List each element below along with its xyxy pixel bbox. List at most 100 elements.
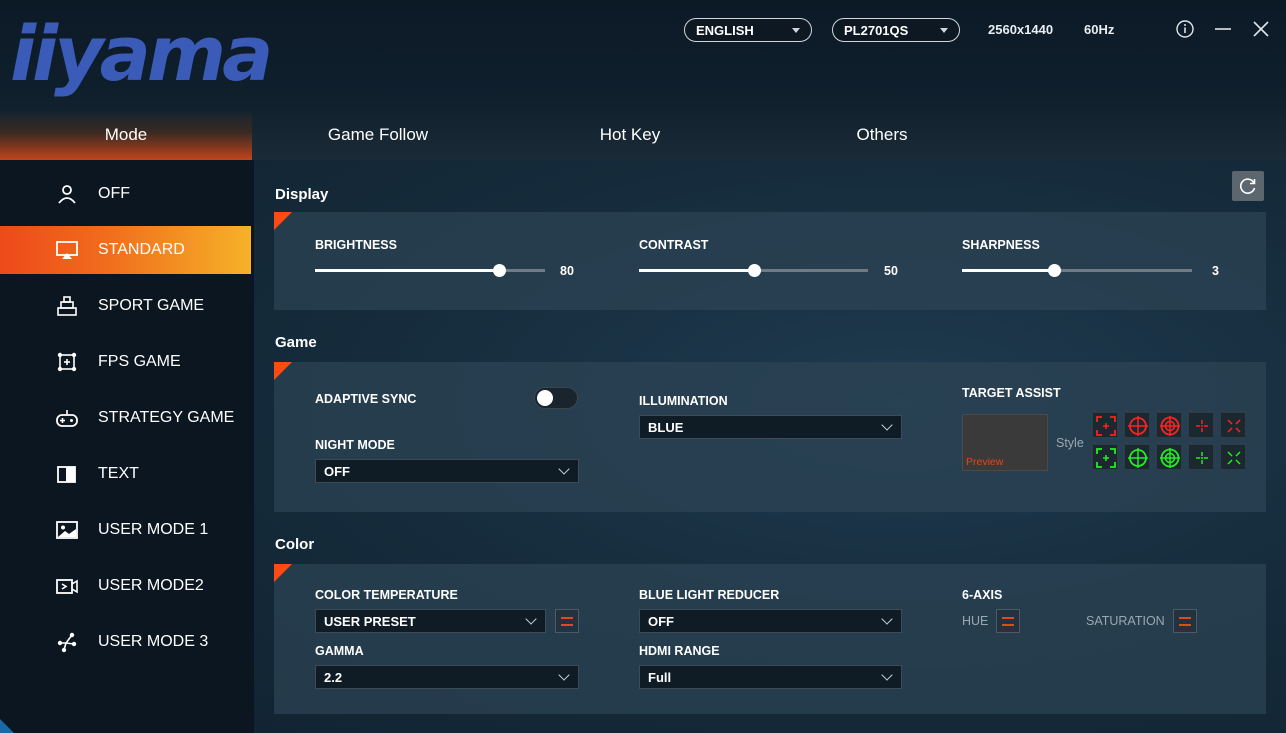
- brightness-slider-handle[interactable]: [493, 264, 506, 277]
- crosshair-x-icon: [1227, 419, 1241, 433]
- color-temperature-label: COLOR TEMPERATURE: [315, 588, 458, 602]
- section-title-color: Color: [275, 536, 315, 553]
- sharpness-slider-fill: [962, 269, 1054, 272]
- sidebar-item-label: TEXT: [98, 465, 139, 482]
- crosshair-red-dot[interactable]: [1188, 412, 1214, 438]
- brightness-slider[interactable]: [315, 264, 545, 277]
- crosshair-green-dot[interactable]: [1188, 444, 1214, 470]
- image-icon: [56, 521, 78, 539]
- hdmi-range-value: Full: [648, 670, 672, 685]
- illumination-label: ILLUMINATION: [639, 394, 728, 408]
- chevron-down-icon: [881, 669, 893, 681]
- sharpness-slider[interactable]: [962, 264, 1192, 277]
- menu-bar: [1179, 624, 1191, 626]
- panel-corner-accent: [274, 362, 292, 380]
- saturation-settings-button[interactable]: [1173, 609, 1197, 633]
- tab-others[interactable]: Others: [756, 110, 1008, 160]
- close-icon: [1253, 21, 1269, 37]
- gamma-label: GAMMA: [315, 644, 364, 658]
- main-tabs: Mode Game Follow Hot Key Others: [0, 110, 1286, 160]
- crosshair-green-double-circle[interactable]: [1156, 444, 1182, 470]
- chevron-down-icon: [792, 28, 800, 33]
- contrast-slider-handle[interactable]: [747, 264, 761, 277]
- section-title-display: Display: [275, 186, 329, 203]
- menu-bar: [1002, 617, 1014, 619]
- sidebar-item-label: USER MODE2: [98, 577, 204, 594]
- sidebar-item-text[interactable]: TEXT: [0, 450, 251, 498]
- sidebar-item-user-mode-3[interactable]: USER MODE 3: [0, 618, 251, 666]
- section-title-game: Game: [275, 334, 317, 351]
- tab-hot-key[interactable]: Hot Key: [504, 110, 756, 160]
- hue-settings-button[interactable]: [996, 609, 1020, 633]
- hdmi-range-select[interactable]: Full: [639, 665, 902, 689]
- adaptive-sync-toggle[interactable]: [534, 387, 578, 409]
- video-icon: [56, 579, 78, 594]
- six-axis-label: 6-AXIS: [962, 588, 1003, 602]
- sidebar-item-user-mode-2[interactable]: USER MODE2: [0, 562, 251, 610]
- color-panel: [274, 564, 1266, 714]
- night-mode-select[interactable]: OFF: [315, 459, 579, 483]
- tab-game-follow[interactable]: Game Follow: [252, 110, 504, 160]
- target-assist-label: TARGET ASSIST: [962, 386, 1061, 400]
- minimize-button[interactable]: [1212, 18, 1234, 40]
- crosshair-bracket-icon: [1096, 416, 1116, 436]
- target-assist-preview: Preview: [962, 414, 1048, 471]
- corner-accent: [0, 719, 14, 733]
- menu-bar: [561, 617, 573, 619]
- chevron-down-icon: [940, 28, 948, 33]
- crosshair-red-x[interactable]: [1220, 412, 1246, 438]
- sidebar-item-strategy-game[interactable]: STRATEGY GAME: [0, 394, 251, 442]
- crosshair-green-bracket[interactable]: [1092, 444, 1118, 470]
- minimize-icon: [1215, 28, 1231, 30]
- menu-bar: [1002, 624, 1014, 626]
- sidebar-item-label: STRATEGY GAME: [98, 409, 235, 426]
- language-select[interactable]: ENGLISH: [684, 18, 812, 42]
- crosshair-red-circle[interactable]: [1124, 412, 1150, 438]
- sidebar-item-user-mode-1[interactable]: USER MODE 1: [0, 506, 251, 554]
- crosshair-green-circle[interactable]: [1124, 444, 1150, 470]
- sidebar-item-label: USER MODE 3: [98, 633, 209, 650]
- sharpness-slider-handle[interactable]: [1048, 264, 1061, 277]
- illumination-value: BLUE: [648, 420, 684, 435]
- reset-button[interactable]: [1232, 171, 1264, 201]
- close-button[interactable]: [1250, 18, 1272, 40]
- resolution-readout: 2560x1440: [988, 22, 1054, 37]
- color-temperature-settings-button[interactable]: [555, 609, 579, 633]
- blue-light-reducer-select[interactable]: OFF: [639, 609, 902, 633]
- sidebar-item-sport-game[interactable]: SPORT GAME: [0, 282, 251, 330]
- info-button[interactable]: [1174, 18, 1196, 40]
- chevron-down-icon: [881, 613, 893, 625]
- display-panel: [274, 212, 1266, 310]
- crosshair-circle-icon: [1128, 448, 1148, 468]
- crosshair-red-bracket[interactable]: [1092, 412, 1118, 438]
- sidebar-item-standard[interactable]: STANDARD: [0, 226, 251, 274]
- crosshair-circle-icon: [1128, 416, 1148, 436]
- crosshair-green-x[interactable]: [1220, 444, 1246, 470]
- gamma-value: 2.2: [324, 670, 343, 685]
- brightness-label: BRIGHTNESS: [315, 238, 397, 252]
- crosshair-dot-icon: [1196, 420, 1208, 432]
- chevron-down-icon: [558, 463, 570, 475]
- gamma-select[interactable]: 2.2: [315, 665, 579, 689]
- crosshair-red-double-circle[interactable]: [1156, 412, 1182, 438]
- toggle-knob: [537, 390, 553, 406]
- chevron-down-icon: [881, 419, 893, 431]
- color-temperature-value: USER PRESET: [324, 614, 416, 629]
- sharpness-label: SHARPNESS: [962, 238, 1040, 252]
- app-window: iiyama ENGLISH PL2701QS 2560x1440 60Hz M…: [0, 0, 1286, 733]
- contrast-label: CONTRAST: [639, 238, 709, 252]
- tab-mode[interactable]: Mode: [0, 110, 252, 160]
- sidebar-item-off[interactable]: OFF: [0, 170, 251, 218]
- info-icon: [1176, 20, 1194, 38]
- target-icon: [57, 352, 77, 372]
- brightness-slider-fill: [315, 269, 499, 272]
- contrast-slider-fill: [639, 269, 754, 272]
- hdmi-range-label: HDMI RANGE: [639, 644, 720, 658]
- contrast-slider[interactable]: [639, 264, 868, 277]
- illumination-select[interactable]: BLUE: [639, 415, 902, 439]
- color-temperature-select[interactable]: USER PRESET: [315, 609, 546, 633]
- sharpness-value: 3: [1212, 264, 1219, 278]
- podium-icon: [57, 296, 77, 316]
- model-select[interactable]: PL2701QS: [832, 18, 960, 42]
- sidebar-item-fps-game[interactable]: FPS GAME: [0, 338, 251, 386]
